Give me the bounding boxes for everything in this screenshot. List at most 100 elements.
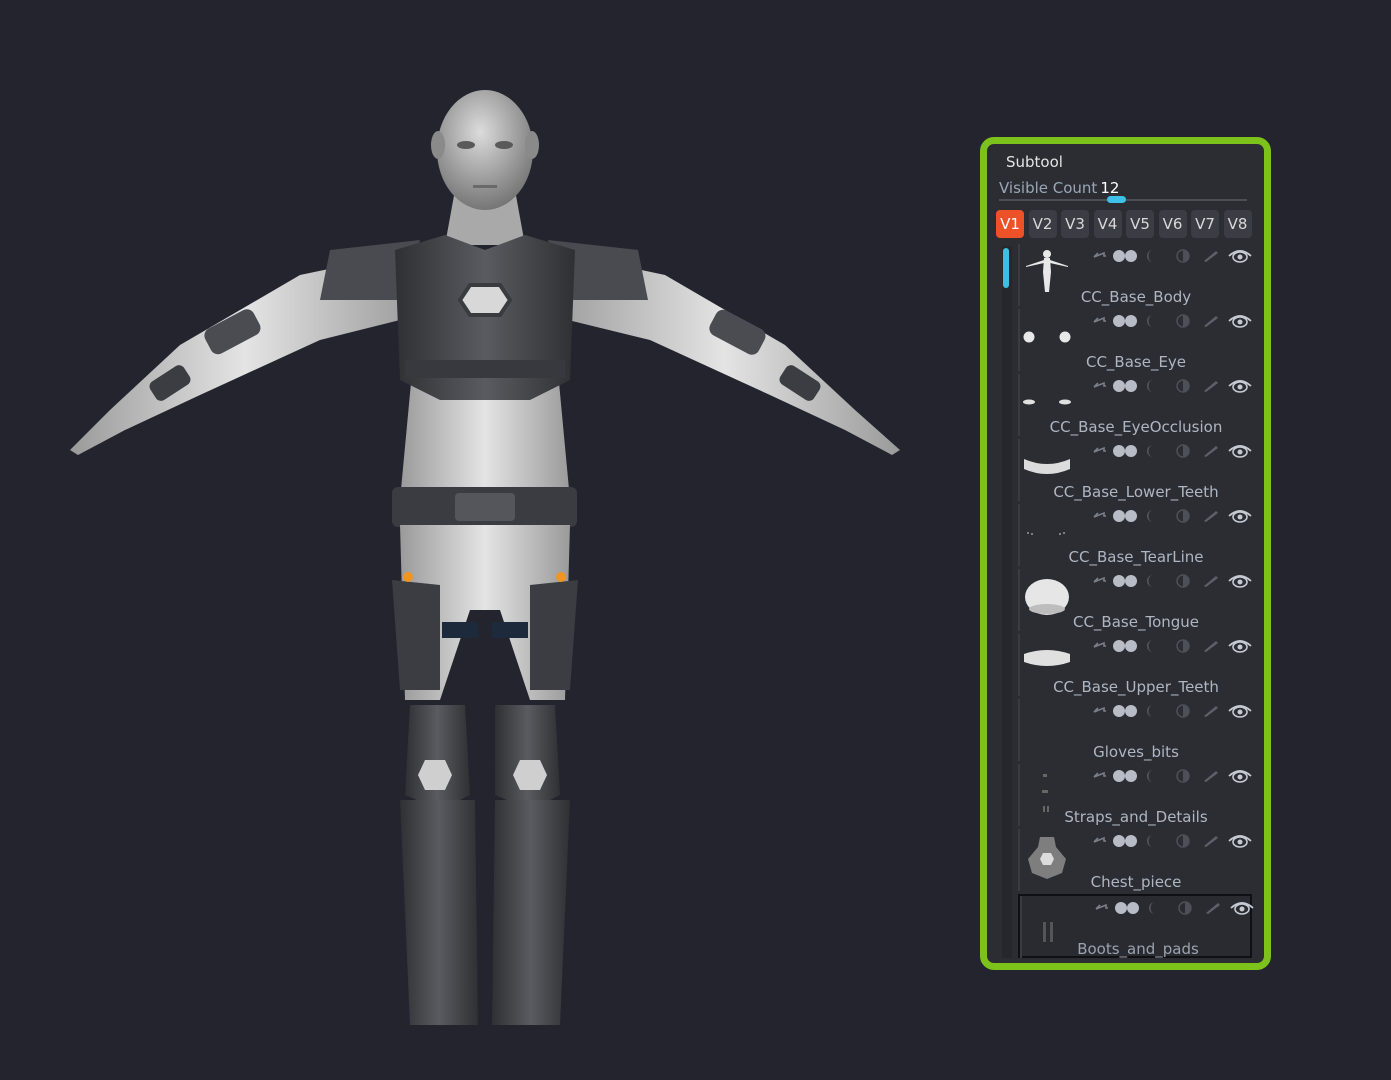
eye-visibility-icon[interactable] (1228, 313, 1252, 333)
polypaint-toggle-icon[interactable] (1112, 313, 1140, 332)
polypaint-toggle-icon[interactable] (1112, 638, 1140, 657)
half-circle-icon[interactable] (1174, 703, 1192, 722)
transpose-dot-right (556, 572, 566, 582)
brush-icon[interactable] (1202, 508, 1220, 527)
visible-count-slider[interactable]: Visible Count 12 (999, 178, 1254, 203)
tab-v8[interactable]: V8 (1223, 210, 1252, 238)
half-circle-icon[interactable] (1174, 508, 1192, 527)
subtool-item[interactable]: Chest_piece (1018, 829, 1252, 892)
brush-icon[interactable] (1202, 313, 1220, 332)
brush-icon[interactable] (1202, 638, 1220, 657)
half-circle-icon[interactable] (1176, 900, 1194, 919)
moon-icon[interactable] (1146, 900, 1160, 919)
polypaint-toggle-icon[interactable] (1112, 768, 1140, 787)
brush-icon[interactable] (1202, 248, 1220, 267)
moon-icon[interactable] (1144, 443, 1158, 462)
polypaint-toggle-icon[interactable] (1112, 248, 1140, 267)
transfer-arrow-icon[interactable] (1092, 378, 1108, 397)
polypaint-toggle-icon[interactable] (1112, 833, 1140, 852)
moon-icon[interactable] (1144, 508, 1158, 527)
subtool-item[interactable]: Boots_and_pads (1018, 894, 1254, 958)
tab-v3[interactable]: V3 (1061, 210, 1089, 238)
transfer-arrow-icon[interactable] (1092, 573, 1108, 592)
polypaint-toggle-icon[interactable] (1112, 443, 1140, 462)
scrollbar-thumb[interactable] (1003, 248, 1009, 288)
polypaint-toggle-icon[interactable] (1112, 378, 1140, 397)
brush-icon[interactable] (1202, 833, 1220, 852)
tab-v2[interactable]: V2 (1028, 210, 1057, 238)
panel-title[interactable]: Subtool (1006, 153, 1063, 171)
moon-icon[interactable] (1144, 833, 1158, 852)
tab-v5[interactable]: V5 (1126, 210, 1154, 238)
brush-icon[interactable] (1202, 378, 1220, 397)
item-divider (1018, 244, 1020, 306)
eye-visibility-icon[interactable] (1228, 833, 1252, 853)
subtool-item[interactable]: CC_Base_Lower_Teeth (1018, 439, 1252, 502)
moon-icon[interactable] (1144, 248, 1158, 267)
item-divider (1018, 374, 1020, 436)
list-scrollbar[interactable] (1002, 246, 1012, 958)
half-circle-icon[interactable] (1174, 833, 1192, 852)
brush-icon[interactable] (1202, 768, 1220, 787)
moon-icon[interactable] (1144, 703, 1158, 722)
polypaint-toggle-icon[interactable] (1112, 573, 1140, 592)
character-model[interactable] (70, 90, 900, 1025)
transfer-arrow-icon[interactable] (1092, 508, 1108, 527)
knee-pad-right (495, 705, 560, 810)
transfer-arrow-icon[interactable] (1092, 443, 1108, 462)
half-circle-icon[interactable] (1174, 443, 1192, 462)
eye-visibility-icon[interactable] (1228, 638, 1252, 658)
subtool-item[interactable]: CC_Base_EyeOcclusion (1018, 374, 1252, 437)
subtool-item-name: CC_Base_Eye (1085, 353, 1187, 371)
transfer-arrow-icon[interactable] (1092, 313, 1108, 332)
subtool-item[interactable]: Gloves_bits (1018, 699, 1252, 762)
moon-icon[interactable] (1144, 573, 1158, 592)
half-circle-icon[interactable] (1174, 638, 1192, 657)
subtool-item[interactable]: Straps_and_Details (1018, 764, 1252, 827)
half-circle-icon[interactable] (1174, 248, 1192, 267)
transfer-arrow-icon[interactable] (1092, 833, 1108, 852)
slider-knob[interactable] (1107, 196, 1126, 203)
tab-v4[interactable]: V4 (1093, 210, 1122, 238)
transfer-arrow-icon[interactable] (1094, 900, 1110, 919)
eye-visibility-icon[interactable] (1228, 573, 1252, 593)
polypaint-toggle-icon[interactable] (1112, 703, 1140, 722)
half-circle-icon[interactable] (1174, 573, 1192, 592)
subtool-item[interactable]: CC_Base_Upper_Teeth (1018, 634, 1252, 697)
eye-visibility-icon[interactable] (1228, 378, 1252, 398)
half-circle-icon[interactable] (1174, 378, 1192, 397)
eye-visibility-icon[interactable] (1228, 703, 1252, 723)
transfer-arrow-icon[interactable] (1092, 768, 1108, 787)
half-circle-icon[interactable] (1174, 768, 1192, 787)
moon-icon[interactable] (1144, 768, 1158, 787)
eye-visibility-icon[interactable] (1228, 443, 1252, 463)
subtool-item-name: CC_Base_Upper_Teeth (1053, 678, 1219, 696)
eye-visibility-icon[interactable] (1230, 900, 1254, 920)
subtool-item[interactable]: CC_Base_TearLine (1018, 504, 1252, 567)
moon-icon[interactable] (1144, 313, 1158, 332)
polypaint-toggle-icon[interactable] (1114, 900, 1142, 919)
moon-icon[interactable] (1144, 378, 1158, 397)
subtool-item[interactable]: CC_Base_Tongue (1018, 569, 1252, 632)
eye-visibility-icon[interactable] (1228, 508, 1252, 528)
item-divider (1020, 896, 1022, 958)
tab-v7[interactable]: V7 (1191, 210, 1219, 238)
brush-icon[interactable] (1202, 703, 1220, 722)
brush-icon[interactable] (1202, 573, 1220, 592)
brush-icon[interactable] (1202, 443, 1220, 462)
eye-visibility-icon[interactable] (1228, 768, 1252, 788)
subtool-item[interactable]: CC_Base_Body (1018, 244, 1252, 307)
eye-visibility-icon[interactable] (1228, 248, 1252, 268)
transfer-arrow-icon[interactable] (1092, 638, 1108, 657)
polypaint-toggle-icon[interactable] (1112, 508, 1140, 527)
brush-icon[interactable] (1204, 900, 1222, 919)
transfer-arrow-icon[interactable] (1092, 703, 1108, 722)
tab-v6[interactable]: V6 (1158, 210, 1187, 238)
subtool-item[interactable]: CC_Base_Eye (1018, 309, 1252, 372)
subtool-item-name: Straps_and_Details (1064, 808, 1208, 826)
half-circle-icon[interactable] (1174, 313, 1192, 332)
moon-icon[interactable] (1144, 638, 1158, 657)
tab-v1[interactable]: V1 (996, 210, 1024, 238)
transfer-arrow-icon[interactable] (1092, 248, 1108, 267)
3d-viewport[interactable] (0, 0, 960, 1080)
